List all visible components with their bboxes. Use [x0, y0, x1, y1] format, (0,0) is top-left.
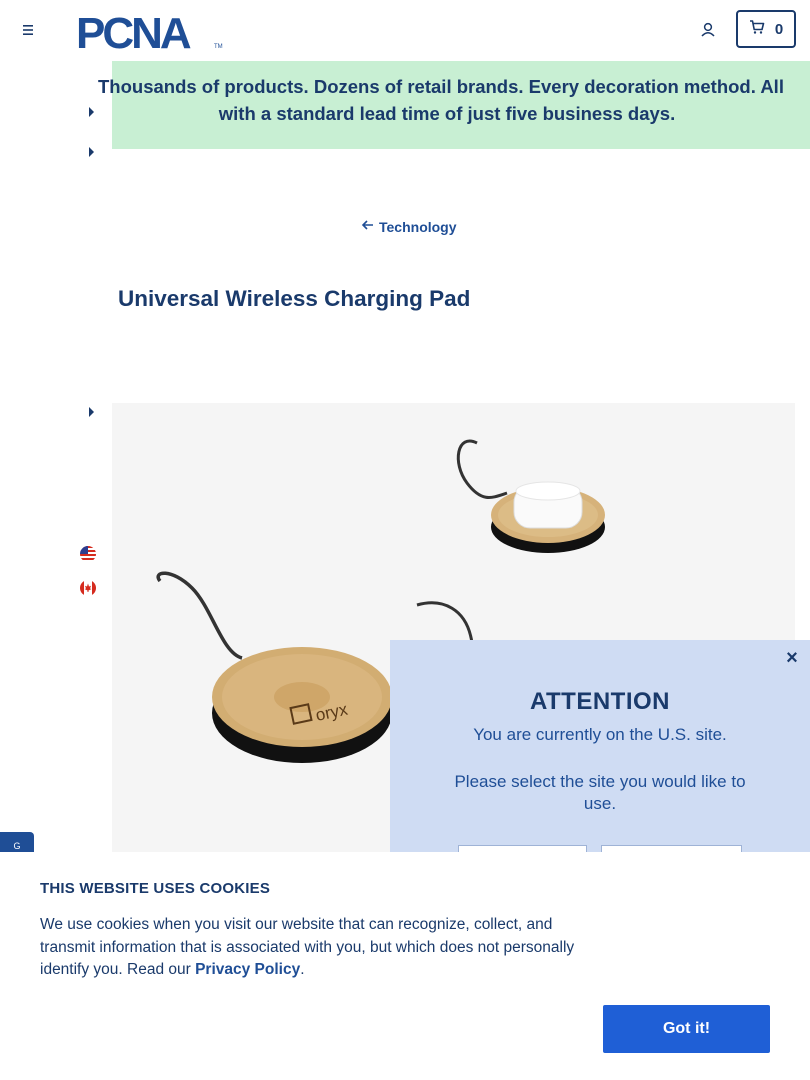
- canada-flag-icon[interactable]: [80, 580, 96, 596]
- hamburger-menu-icon[interactable]: [18, 20, 38, 40]
- site-header: PCNA TM 0: [0, 0, 810, 60]
- breadcrumb-label: Technology: [379, 219, 457, 235]
- banner-line-1: Thousands of products. Dozens of retail …: [98, 76, 784, 97]
- cookie-banner: THIS WEBSITE USES COOKIES We use cookies…: [0, 852, 810, 1080]
- logo-trademark: TM: [214, 44, 223, 50]
- promo-banner: Thousands of products. Dozens of retail …: [98, 61, 810, 149]
- cookie-title: THIS WEBSITE USES COOKIES: [40, 880, 271, 897]
- modal-title: ATTENTION: [529, 688, 671, 715]
- cookie-period: .: [300, 961, 305, 978]
- breadcrumb[interactable]: Technology: [361, 217, 457, 237]
- cart-count: 0: [774, 20, 784, 38]
- privacy-policy-link[interactable]: Privacy Policy: [195, 961, 300, 978]
- modal-message: You are currently on the U.S. site.: [473, 725, 727, 744]
- expand-arrow-icon[interactable]: [89, 147, 94, 157]
- close-icon[interactable]: ×: [782, 648, 802, 668]
- cart-icon: [749, 19, 765, 40]
- us-flag-icon[interactable]: [80, 546, 96, 562]
- arrow-left-icon: [361, 218, 374, 236]
- expand-arrow-icon[interactable]: [89, 107, 94, 117]
- site-selection-modal: × ATTENTION You are currently on the U.S…: [390, 640, 810, 885]
- cookie-text: We use cookies when you visit our websit…: [40, 916, 575, 978]
- accept-cookies-button[interactable]: Got it!: [603, 1005, 770, 1053]
- logo-text: PCNA: [76, 10, 191, 52]
- modal-instruction: Please select the site you would like to…: [454, 772, 746, 813]
- banner-line-2: with a standard lead time of just five b…: [218, 103, 676, 124]
- user-icon[interactable]: [697, 19, 719, 41]
- pcna-logo[interactable]: PCNA TM: [76, 9, 224, 58]
- cookie-message: We use cookies when you visit our websit…: [40, 914, 610, 982]
- product-title: Universal Wireless Charging Pad: [118, 286, 471, 311]
- expand-arrow-icon[interactable]: [89, 407, 94, 417]
- cart-button[interactable]: 0: [736, 10, 796, 48]
